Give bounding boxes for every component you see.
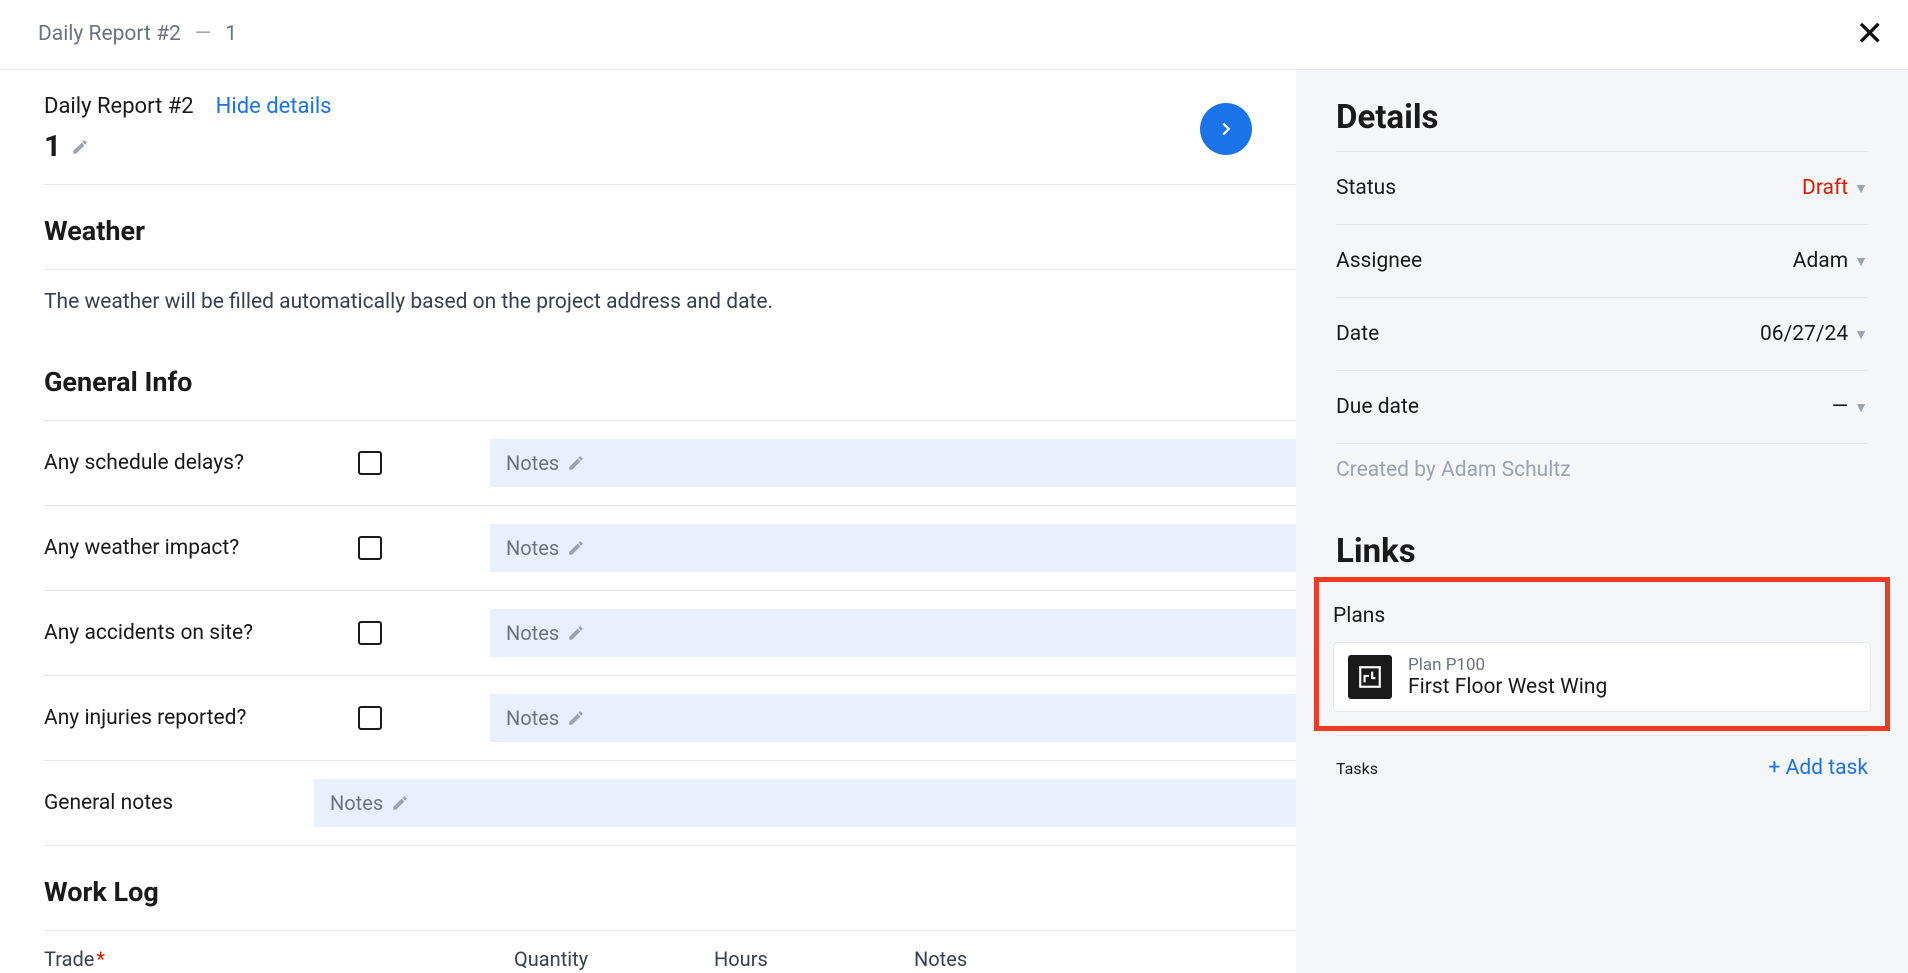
report-number: 1 bbox=[44, 129, 61, 164]
gi-row-accidents: Any accidents on site? Notes bbox=[44, 590, 1296, 675]
status-label: Status bbox=[1336, 176, 1396, 200]
main-content: Daily Report #2 Hide details 1 Weather T… bbox=[0, 70, 1296, 973]
notes-input-weather-impact[interactable]: Notes bbox=[490, 524, 1296, 572]
status-dropdown[interactable]: Draft ▼ bbox=[1802, 176, 1868, 200]
due-date-value: — bbox=[1832, 395, 1848, 419]
due-date-label: Due date bbox=[1336, 395, 1419, 419]
edit-icon bbox=[391, 794, 409, 812]
plans-label: Plans bbox=[1333, 596, 1871, 642]
gi-row-weather-impact: Any weather impact? Notes bbox=[44, 505, 1296, 590]
chevron-down-icon: ▼ bbox=[1854, 253, 1868, 270]
plan-icon bbox=[1348, 655, 1392, 699]
assignee-label: Assignee bbox=[1336, 249, 1422, 273]
breadcrumb-sep: — bbox=[195, 22, 211, 46]
col-trade: Trade bbox=[44, 947, 94, 971]
edit-icon bbox=[567, 454, 585, 472]
date-label: Date bbox=[1336, 322, 1379, 346]
worklog-heading: Work Log bbox=[44, 846, 1296, 930]
chevron-down-icon: ▼ bbox=[1854, 399, 1868, 416]
gi-row-schedule-delays: Any schedule delays? Notes bbox=[44, 420, 1296, 505]
breadcrumb: Daily Report #2 — 1 bbox=[38, 22, 237, 46]
assignee-row: Assignee Adam ▼ bbox=[1336, 224, 1868, 297]
notes-placeholder: Notes bbox=[506, 451, 559, 475]
general-info-heading: General Info bbox=[44, 336, 1296, 420]
breadcrumb-sub: 1 bbox=[225, 22, 237, 46]
gi-label: General notes bbox=[44, 791, 314, 815]
topbar: Daily Report #2 — 1 ✕ bbox=[0, 0, 1908, 69]
forward-button[interactable] bbox=[1200, 103, 1252, 155]
worklog-columns: Trade* Quantity Hours Notes bbox=[44, 930, 1296, 971]
plan-card[interactable]: Plan P100 First Floor West Wing bbox=[1333, 642, 1871, 712]
notes-placeholder: Notes bbox=[506, 536, 559, 560]
date-dropdown[interactable]: 06/27/24 ▼ bbox=[1760, 322, 1868, 346]
due-date-row: Due date — ▼ bbox=[1336, 370, 1868, 443]
col-notes: Notes bbox=[914, 947, 967, 971]
details-panel: Details Status Draft ▼ Assignee Adam ▼ D… bbox=[1296, 70, 1908, 973]
breadcrumb-title: Daily Report #2 bbox=[38, 22, 181, 46]
date-value: 06/27/24 bbox=[1760, 322, 1848, 346]
links-heading: Links bbox=[1336, 532, 1868, 571]
status-row: Status Draft ▼ bbox=[1336, 151, 1868, 224]
gi-label: Any schedule delays? bbox=[44, 451, 334, 475]
checkbox-accidents[interactable] bbox=[358, 621, 382, 645]
chevron-down-icon: ▼ bbox=[1854, 326, 1868, 343]
col-hours: Hours bbox=[714, 947, 874, 971]
edit-icon bbox=[567, 539, 585, 557]
gi-label: Any injuries reported? bbox=[44, 706, 334, 730]
notes-input-accidents[interactable]: Notes bbox=[490, 609, 1296, 657]
details-heading: Details bbox=[1336, 98, 1868, 137]
due-date-dropdown[interactable]: — ▼ bbox=[1832, 395, 1868, 419]
notes-input-schedule-delays[interactable]: Notes bbox=[490, 439, 1296, 487]
gi-label: Any weather impact? bbox=[44, 536, 334, 560]
chevron-down-icon: ▼ bbox=[1854, 180, 1868, 197]
tasks-row: Tasks + Add task bbox=[1336, 735, 1868, 780]
weather-note: The weather will be filled automatically… bbox=[44, 269, 1296, 336]
notes-input-general-notes[interactable]: Notes bbox=[314, 779, 1296, 827]
assignee-value: Adam bbox=[1793, 249, 1848, 273]
status-value: Draft bbox=[1802, 176, 1848, 200]
required-star: * bbox=[96, 947, 105, 971]
hide-details-link[interactable]: Hide details bbox=[216, 94, 332, 119]
edit-icon bbox=[567, 709, 585, 727]
close-icon[interactable]: ✕ bbox=[1856, 14, 1885, 54]
col-quantity: Quantity bbox=[514, 947, 674, 971]
gi-row-general-notes: General notes Notes bbox=[44, 760, 1296, 845]
notes-input-injuries[interactable]: Notes bbox=[490, 694, 1296, 742]
chevron-right-icon bbox=[1215, 118, 1237, 140]
weather-heading: Weather bbox=[44, 185, 1296, 269]
edit-icon[interactable] bbox=[71, 138, 89, 156]
tasks-label: Tasks bbox=[1336, 759, 1378, 778]
page-title: Daily Report #2 bbox=[44, 94, 194, 119]
checkbox-weather-impact[interactable] bbox=[358, 536, 382, 560]
assignee-dropdown[interactable]: Adam ▼ bbox=[1793, 249, 1868, 273]
notes-placeholder: Notes bbox=[506, 706, 559, 730]
plan-subtitle: Plan P100 bbox=[1408, 655, 1607, 675]
edit-icon bbox=[567, 624, 585, 642]
created-by: Created by Adam Schultz bbox=[1336, 443, 1868, 532]
checkbox-injuries[interactable] bbox=[358, 706, 382, 730]
gi-label: Any accidents on site? bbox=[44, 621, 334, 645]
plans-highlight-box: Plans Plan P100 First Floor West Wing bbox=[1314, 577, 1890, 731]
plan-title: First Floor West Wing bbox=[1408, 675, 1607, 699]
add-task-button[interactable]: + Add task bbox=[1769, 756, 1869, 780]
checkbox-schedule-delays[interactable] bbox=[358, 451, 382, 475]
gi-row-injuries: Any injuries reported? Notes bbox=[44, 675, 1296, 760]
notes-placeholder: Notes bbox=[330, 791, 383, 815]
date-row: Date 06/27/24 ▼ bbox=[1336, 297, 1868, 370]
notes-placeholder: Notes bbox=[506, 621, 559, 645]
